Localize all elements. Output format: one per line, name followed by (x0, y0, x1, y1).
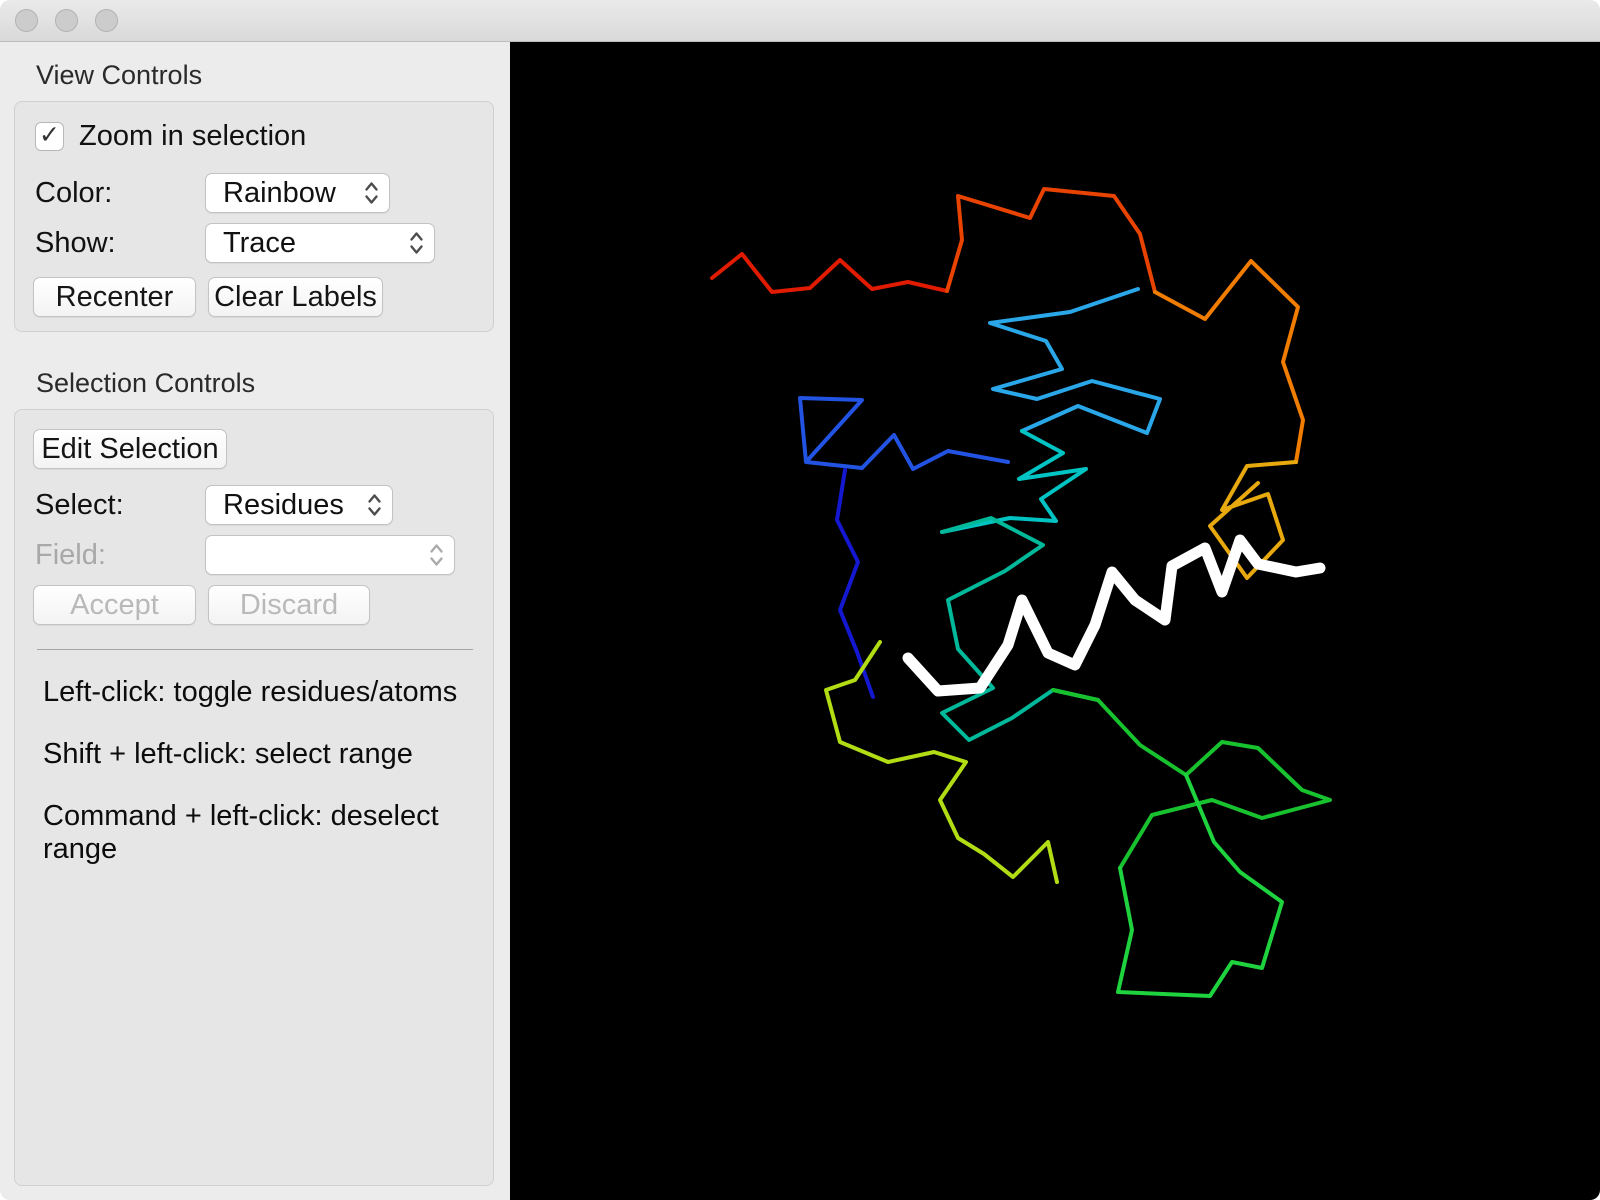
field-label: Field: (35, 538, 106, 571)
view-controls-group: ✓ Zoom in selection Color: Rainbow Show:… (14, 101, 494, 332)
clear-labels-button[interactable]: Clear Labels (208, 277, 383, 317)
zoom-in-selection-checkbox[interactable]: ✓ (35, 122, 64, 151)
discard-button: Discard (208, 585, 370, 625)
molecule-trace (710, 187, 1332, 998)
chevron-up-down-icon (408, 229, 425, 257)
edit-selection-button[interactable]: Edit Selection (33, 429, 227, 469)
help-line-shift-click: Shift + left-click: select range (43, 738, 413, 770)
zoom-in-selection-checkbox-row[interactable]: ✓ Zoom in selection (35, 120, 477, 153)
show-dropdown[interactable]: Trace (205, 223, 435, 263)
chevron-up-down-icon (428, 541, 445, 569)
trace-segment-green-lower (1116, 773, 1284, 998)
titlebar (0, 0, 1600, 42)
trace-segment-yellow-green (824, 640, 1059, 884)
chevron-up-down-icon (363, 179, 380, 207)
accept-button: Accept (33, 585, 196, 625)
traffic-lights (15, 9, 118, 32)
zoom-button[interactable] (95, 9, 118, 32)
select-dropdown[interactable]: Residues (205, 485, 393, 525)
trace-segment-skyblue (988, 287, 1162, 435)
trace-segment-orange (1153, 259, 1305, 464)
trace-segment-teal-lower (940, 516, 1100, 742)
help-line-command-click: Command + left-click: deselect range (43, 800, 439, 865)
color-dropdown-value: Rainbow (223, 176, 336, 209)
close-button[interactable] (15, 9, 38, 32)
app-window: View Controls ✓ Zoom in selection Color:… (0, 0, 1600, 1200)
help-line-left-click: Left-click: toggle residues/atoms (43, 676, 458, 708)
divider (37, 649, 473, 650)
select-dropdown-value: Residues (223, 488, 344, 521)
trace-segment-green-upper (1051, 688, 1332, 870)
view-controls-heading: View Controls (36, 60, 203, 90)
field-dropdown (205, 535, 455, 575)
minimize-button[interactable] (55, 9, 78, 32)
trace-segment-cyan-upper (940, 429, 1088, 534)
sidebar: View Controls ✓ Zoom in selection Color:… (0, 42, 510, 1200)
trace-segment-red-nterm (710, 252, 949, 294)
checkmark-icon: ✓ (39, 121, 60, 149)
show-label: Show: (35, 226, 116, 259)
color-label: Color: (35, 176, 113, 209)
color-dropdown[interactable]: Rainbow (205, 173, 390, 213)
zoom-in-selection-label: Zoom in selection (79, 120, 307, 152)
trace-segment-selection-helix (902, 534, 1326, 697)
selection-controls-group: Edit Selection Select: Residues Field: A… (14, 409, 494, 1186)
trace-segment-red-orange (945, 187, 1157, 294)
molecule-viewport[interactable] (510, 42, 1600, 1200)
chevron-up-down-icon (366, 491, 383, 519)
recenter-button[interactable]: Recenter (33, 277, 196, 317)
selection-controls-heading: Selection Controls (36, 368, 256, 398)
select-label: Select: (35, 488, 124, 521)
trace-segment-royal-blue (798, 396, 1010, 471)
show-dropdown-value: Trace (223, 226, 297, 259)
